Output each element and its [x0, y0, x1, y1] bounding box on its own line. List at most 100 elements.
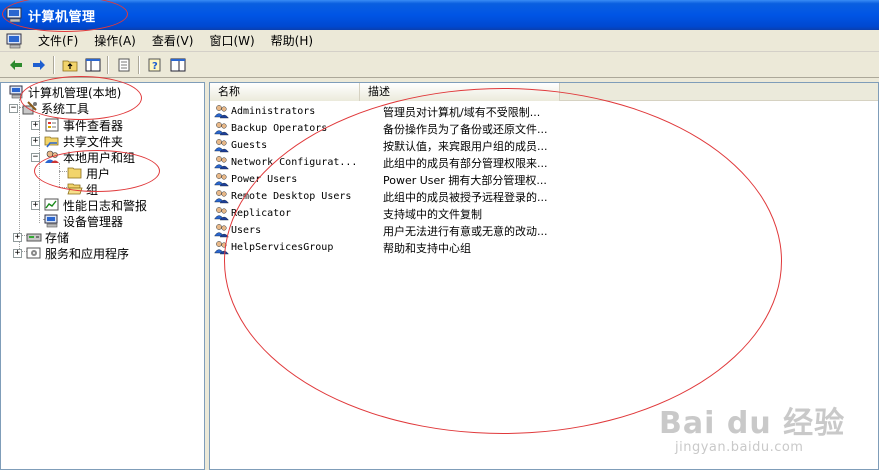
column-header-name[interactable]: 名称	[210, 83, 360, 101]
export-list-button[interactable]	[112, 54, 135, 76]
tree-item-label: 服务和应用程序	[45, 246, 130, 261]
title-bar[interactable]: 计算机管理	[0, 0, 879, 30]
tree-item-groups[interactable]: 组	[67, 181, 98, 197]
group-name: Guests	[231, 140, 268, 151]
computer-management-icon	[6, 7, 24, 23]
toolbar: ?	[0, 52, 879, 78]
show-hide-tree-button[interactable]	[81, 54, 104, 76]
group-icon	[214, 121, 229, 136]
tree-item-users[interactable]: 用户	[67, 165, 110, 181]
up-one-level-button[interactable]	[58, 54, 81, 76]
tree-item-storage[interactable]: + 存储	[13, 229, 69, 245]
tree-item-label: 用户	[86, 166, 111, 181]
export-list-icon	[118, 58, 129, 71]
group-description: 此组中的成员被授予远程登录的...	[383, 190, 548, 204]
tree-item-label: 设备管理器	[63, 214, 124, 229]
users-groups-icon	[44, 150, 60, 164]
tree-item-label: 系统工具	[41, 101, 90, 116]
tree-item-computer-management-local[interactable]: 计算机管理(本地)	[9, 84, 121, 100]
svg-text:?: ?	[152, 61, 158, 72]
group-description: 管理员对计算机/域有不受限制...	[383, 105, 541, 119]
shared-folder-icon	[44, 134, 60, 148]
group-description: 帮助和支持中心组	[383, 241, 471, 255]
folder-icon	[67, 166, 83, 180]
toolbar-separator	[53, 55, 55, 74]
mmc-console-icon[interactable]	[6, 33, 24, 49]
tree-item-shared-folders[interactable]: + 共享文件夹	[31, 133, 123, 149]
computer-icon	[9, 85, 25, 99]
collapse-toggle[interactable]: −	[9, 103, 18, 113]
group-name: Power Users	[231, 174, 298, 185]
group-name: Remote Desktop Users	[231, 191, 352, 202]
group-icon	[214, 138, 229, 153]
show-hide-tree-icon	[85, 58, 100, 71]
group-list-item[interactable]: Users 用户无法进行有意或无意的改动...	[214, 222, 548, 239]
group-list-item[interactable]: Administrators 管理员对计算机/域有不受限制...	[214, 103, 540, 120]
group-list-item[interactable]: HelpServicesGroup 帮助和支持中心组	[214, 239, 471, 256]
tree-item-local-users-groups[interactable]: − 本地用户和组	[31, 149, 135, 165]
window-title: 计算机管理	[28, 9, 96, 25]
group-list-item[interactable]: Guests 按默认值，来宾跟用户组的成员...	[214, 137, 548, 154]
tree-item-label: 计算机管理(本地)	[28, 85, 122, 100]
properties-button[interactable]	[166, 54, 189, 76]
group-description: 按默认值，来宾跟用户组的成员...	[383, 139, 548, 153]
group-name: Backup Operators	[231, 123, 328, 134]
tree-item-label: 组	[86, 182, 99, 197]
expand-toggle[interactable]: +	[31, 120, 40, 130]
details-pane[interactable]: 名称 描述 Administrators 管理员对计算机/域有不受限制... Bac…	[209, 82, 879, 470]
column-headers: 名称 描述	[210, 83, 878, 101]
up-folder-icon	[62, 60, 77, 71]
tree-item-label: 本地用户和组	[63, 150, 136, 165]
tree-item-event-viewer[interactable]: + 事件查看器	[31, 117, 123, 133]
services-icon	[26, 246, 42, 260]
forward-button[interactable]	[27, 54, 50, 76]
back-arrow-icon	[9, 59, 22, 70]
group-name: HelpServicesGroup	[231, 242, 334, 253]
menu-file[interactable]: 文件(F)	[30, 31, 86, 51]
group-list-item[interactable]: Replicator 支持域中的文件复制	[214, 205, 482, 222]
group-name: Administrators	[231, 106, 316, 117]
collapse-toggle[interactable]: −	[31, 152, 40, 162]
console-tree-pane[interactable]: 计算机管理(本地) − 系统工具 + 事件查看器 + 共享文件夹 − 本地用户和…	[0, 82, 205, 470]
tree-item-system-tools[interactable]: − 系统工具	[9, 100, 89, 116]
system-tools-icon	[22, 101, 38, 115]
tree-item-label: 事件查看器	[63, 118, 124, 133]
toolbar-separator	[138, 55, 140, 74]
group-icon	[214, 223, 229, 238]
tree-item-performance-logs[interactable]: + 性能日志和警报	[31, 197, 147, 213]
group-description: Power User 拥有大部分管理权...	[383, 173, 547, 187]
menu-view[interactable]: 查看(V)	[144, 31, 202, 51]
open-folder-icon	[67, 182, 83, 196]
expand-toggle[interactable]: +	[13, 232, 22, 242]
menu-window[interactable]: 窗口(W)	[201, 31, 262, 51]
group-description: 支持域中的文件复制	[383, 207, 482, 221]
tree-item-services-applications[interactable]: + 服务和应用程序	[13, 245, 129, 261]
group-list-item[interactable]: Power Users Power User 拥有大部分管理权...	[214, 171, 547, 188]
group-icon	[214, 240, 229, 255]
expand-toggle[interactable]: +	[31, 200, 40, 210]
help-icon: ?	[148, 58, 160, 72]
group-name: Network Configurat...	[231, 157, 358, 168]
group-list-item[interactable]: Remote Desktop Users 此组中的成员被授予远程登录的...	[214, 188, 548, 205]
expand-toggle[interactable]: +	[31, 136, 40, 146]
expand-toggle[interactable]: +	[13, 248, 22, 258]
group-description: 备份操作员为了备份或还原文件...	[383, 122, 548, 136]
menu-bar: 文件(F) 操作(A) 查看(V) 窗口(W) 帮助(H)	[0, 30, 879, 52]
column-header-description[interactable]: 描述	[360, 83, 560, 101]
device-manager-icon	[44, 214, 60, 228]
tree-item-device-manager[interactable]: 设备管理器	[44, 213, 123, 229]
menu-help[interactable]: 帮助(H)	[263, 31, 321, 51]
back-button[interactable]	[4, 54, 27, 76]
performance-logs-icon	[44, 198, 60, 212]
group-name: Replicator	[231, 208, 292, 219]
help-button[interactable]: ?	[143, 54, 166, 76]
storage-icon	[26, 230, 42, 244]
group-list-item[interactable]: Backup Operators 备份操作员为了备份或还原文件...	[214, 120, 548, 137]
group-icon	[214, 206, 229, 221]
properties-icon	[170, 58, 185, 71]
event-viewer-icon	[44, 118, 60, 132]
group-description: 此组中的成员有部分管理权限来...	[383, 156, 548, 170]
tree-item-label: 性能日志和警报	[63, 198, 148, 213]
menu-action[interactable]: 操作(A)	[86, 31, 144, 51]
group-list-item[interactable]: Network Configurat... 此组中的成员有部分管理权限来...	[214, 154, 548, 171]
